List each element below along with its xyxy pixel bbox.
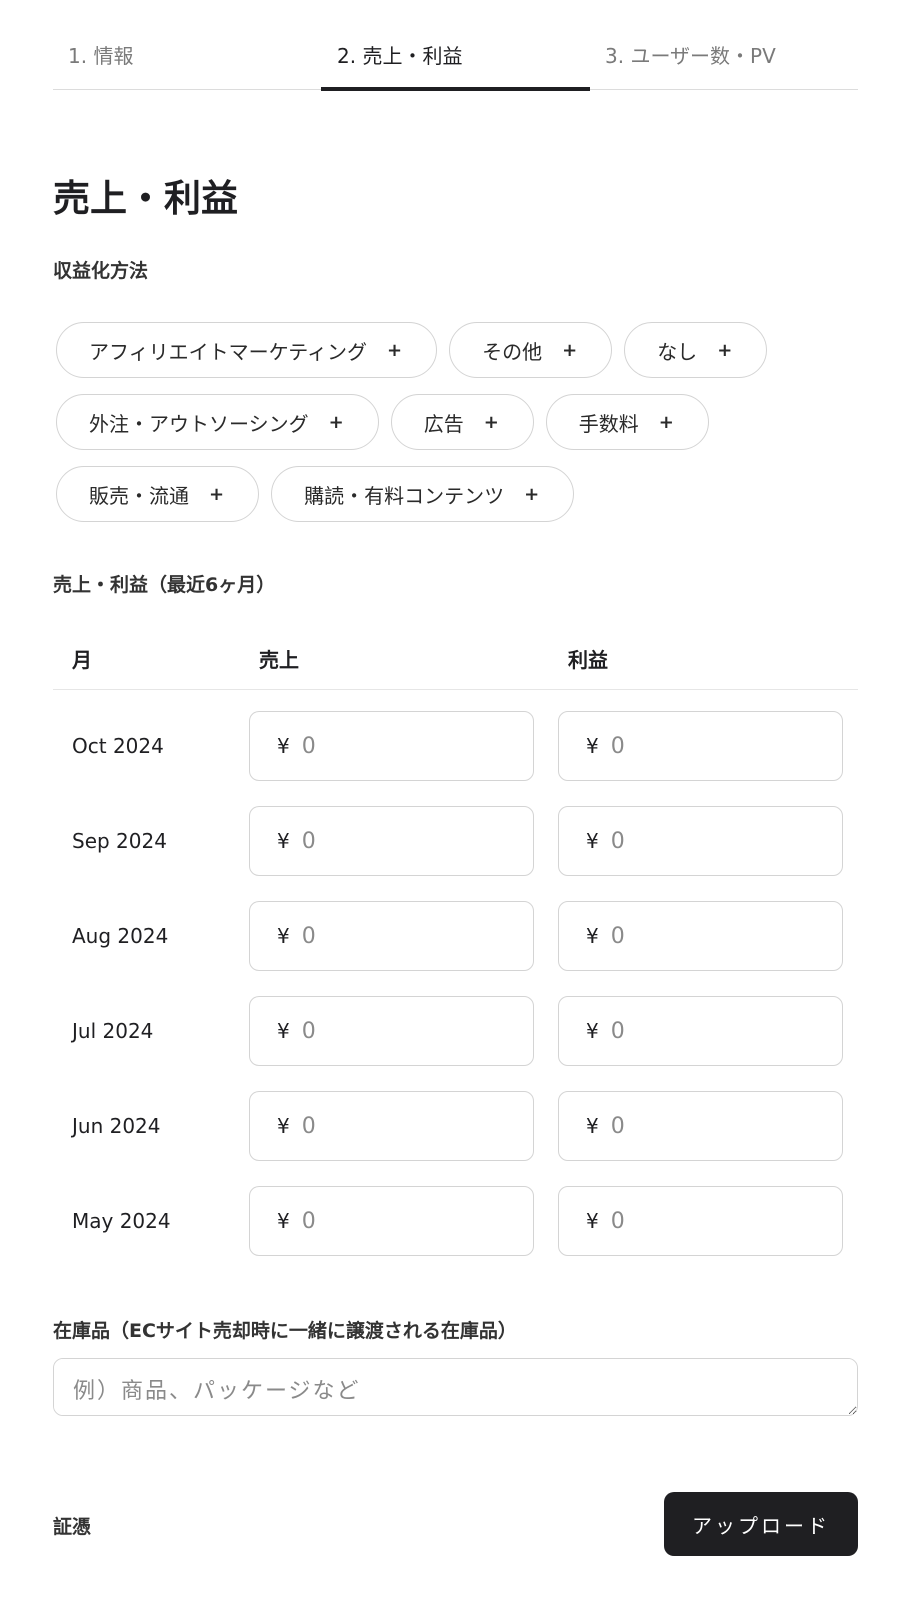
plus-icon: + — [483, 411, 499, 433]
plus-icon: + — [328, 411, 344, 433]
yen-icon: ¥ — [586, 1209, 599, 1233]
sales-input[interactable] — [301, 923, 502, 949]
chip-none[interactable]: なし + — [624, 322, 768, 378]
header-sales: 売上 — [259, 648, 299, 672]
active-tab-indicator — [321, 87, 590, 91]
sales-input-field[interactable]: ¥ — [249, 711, 534, 781]
yen-icon: ¥ — [277, 1019, 290, 1043]
yen-icon: ¥ — [586, 829, 599, 853]
yen-icon: ¥ — [586, 1019, 599, 1043]
chip-outsourcing[interactable]: 外注・アウトソーシング + — [56, 394, 379, 450]
profit-input-field[interactable]: ¥ — [558, 996, 843, 1066]
yen-icon: ¥ — [586, 924, 599, 948]
chip-label: 広告 — [423, 411, 464, 436]
header-profit: 利益 — [568, 648, 608, 672]
step-tabs: 1. 情報 2. 売上・利益 3. ユーザー数・PV — [53, 0, 858, 91]
page-title: 売上・利益 — [53, 177, 238, 220]
chip-advertising[interactable]: 広告 + — [390, 394, 534, 450]
yen-icon: ¥ — [277, 1114, 290, 1138]
evidence-label: 証憑 — [53, 1516, 92, 1538]
sales-input-field[interactable]: ¥ — [249, 996, 534, 1066]
month-label: Jun 2024 — [72, 1114, 161, 1138]
chip-label: その他 — [482, 339, 543, 364]
revenue-table-header: 月 売上 利益 — [53, 630, 858, 690]
monetization-label: 収益化方法 — [53, 260, 149, 282]
profit-input[interactable] — [610, 733, 811, 759]
sales-input-field[interactable]: ¥ — [249, 901, 534, 971]
tab-sales-profit[interactable]: 2. 売上・利益 — [337, 40, 462, 69]
header-month: 月 — [72, 648, 92, 672]
month-label: May 2024 — [72, 1209, 171, 1233]
sales-input-field[interactable]: ¥ — [249, 1091, 534, 1161]
plus-icon: + — [387, 339, 403, 361]
chip-label: 販売・流通 — [89, 483, 189, 508]
chip-subscription[interactable]: 購読・有料コンテンツ + — [271, 466, 575, 522]
month-label: Sep 2024 — [72, 829, 167, 853]
plus-icon: + — [658, 411, 674, 433]
chip-label: 手数料 — [578, 411, 639, 436]
tab-users-pv[interactable]: 3. ユーザー数・PV — [605, 40, 776, 69]
table-row: Jun 2024 ¥ ¥ — [53, 1091, 858, 1186]
yen-icon: ¥ — [586, 1114, 599, 1138]
plus-icon: + — [524, 483, 540, 505]
monetization-chips: アフィリエイトマーケティング + その他 + なし + 外注・アウトソーシング + 広告… — [56, 322, 836, 538]
yen-icon: ¥ — [277, 829, 290, 853]
upload-button[interactable]: アップロード — [664, 1492, 858, 1556]
sales-input[interactable] — [301, 1113, 502, 1139]
profit-input[interactable] — [610, 1113, 811, 1139]
inventory-textarea[interactable] — [53, 1358, 858, 1416]
yen-icon: ¥ — [277, 1209, 290, 1233]
profit-input-field[interactable]: ¥ — [558, 1091, 843, 1161]
profit-input[interactable] — [610, 1018, 811, 1044]
chip-label: 購読・有料コンテンツ — [304, 483, 505, 508]
plus-icon: + — [562, 339, 578, 361]
chip-label: なし — [657, 339, 698, 364]
profit-input-field[interactable]: ¥ — [558, 901, 843, 971]
revenue-table-label: 売上・利益（最近6ヶ月） — [53, 574, 276, 596]
chip-sales-distribution[interactable]: 販売・流通 + — [56, 466, 260, 522]
chip-commission[interactable]: 手数料 + — [545, 394, 709, 450]
inventory-label: 在庫品（ECサイト売却時に一緒に譲渡される在庫品） — [53, 1320, 517, 1342]
chip-affiliate[interactable]: アフィリエイトマーケティング + — [56, 322, 438, 378]
sales-input-field[interactable]: ¥ — [249, 1186, 534, 1256]
sales-input[interactable] — [301, 1018, 502, 1044]
plus-icon: + — [209, 483, 225, 505]
table-row: Jul 2024 ¥ ¥ — [53, 996, 858, 1091]
profit-input-field[interactable]: ¥ — [558, 711, 843, 781]
sales-input[interactable] — [301, 828, 502, 854]
chip-label: アフィリエイトマーケティング — [89, 339, 367, 364]
yen-icon: ¥ — [277, 734, 290, 758]
month-label: Jul 2024 — [72, 1019, 154, 1043]
profit-input-field[interactable]: ¥ — [558, 1186, 843, 1256]
chip-label: 外注・アウトソーシング — [89, 411, 309, 436]
profit-input-field[interactable]: ¥ — [558, 806, 843, 876]
month-label: Oct 2024 — [72, 734, 164, 758]
table-row: May 2024 ¥ ¥ — [53, 1186, 858, 1281]
table-row: Sep 2024 ¥ ¥ — [53, 806, 858, 901]
month-label: Aug 2024 — [72, 924, 169, 948]
profit-input[interactable] — [610, 923, 811, 949]
chip-other[interactable]: その他 + — [449, 322, 613, 378]
sales-input-field[interactable]: ¥ — [249, 806, 534, 876]
profit-input[interactable] — [610, 828, 811, 854]
tab-info[interactable]: 1. 情報 — [68, 40, 133, 69]
sales-input[interactable] — [301, 1208, 502, 1234]
sales-input[interactable] — [301, 733, 502, 759]
yen-icon: ¥ — [586, 734, 599, 758]
plus-icon: + — [717, 339, 733, 361]
profit-input[interactable] — [610, 1208, 811, 1234]
table-row: Oct 2024 ¥ ¥ — [53, 711, 858, 806]
table-row: Aug 2024 ¥ ¥ — [53, 901, 858, 996]
revenue-table-body: Oct 2024 ¥ ¥ Sep 2024 ¥ ¥ Aug 2024 ¥ ¥ J… — [53, 711, 858, 1281]
yen-icon: ¥ — [277, 924, 290, 948]
